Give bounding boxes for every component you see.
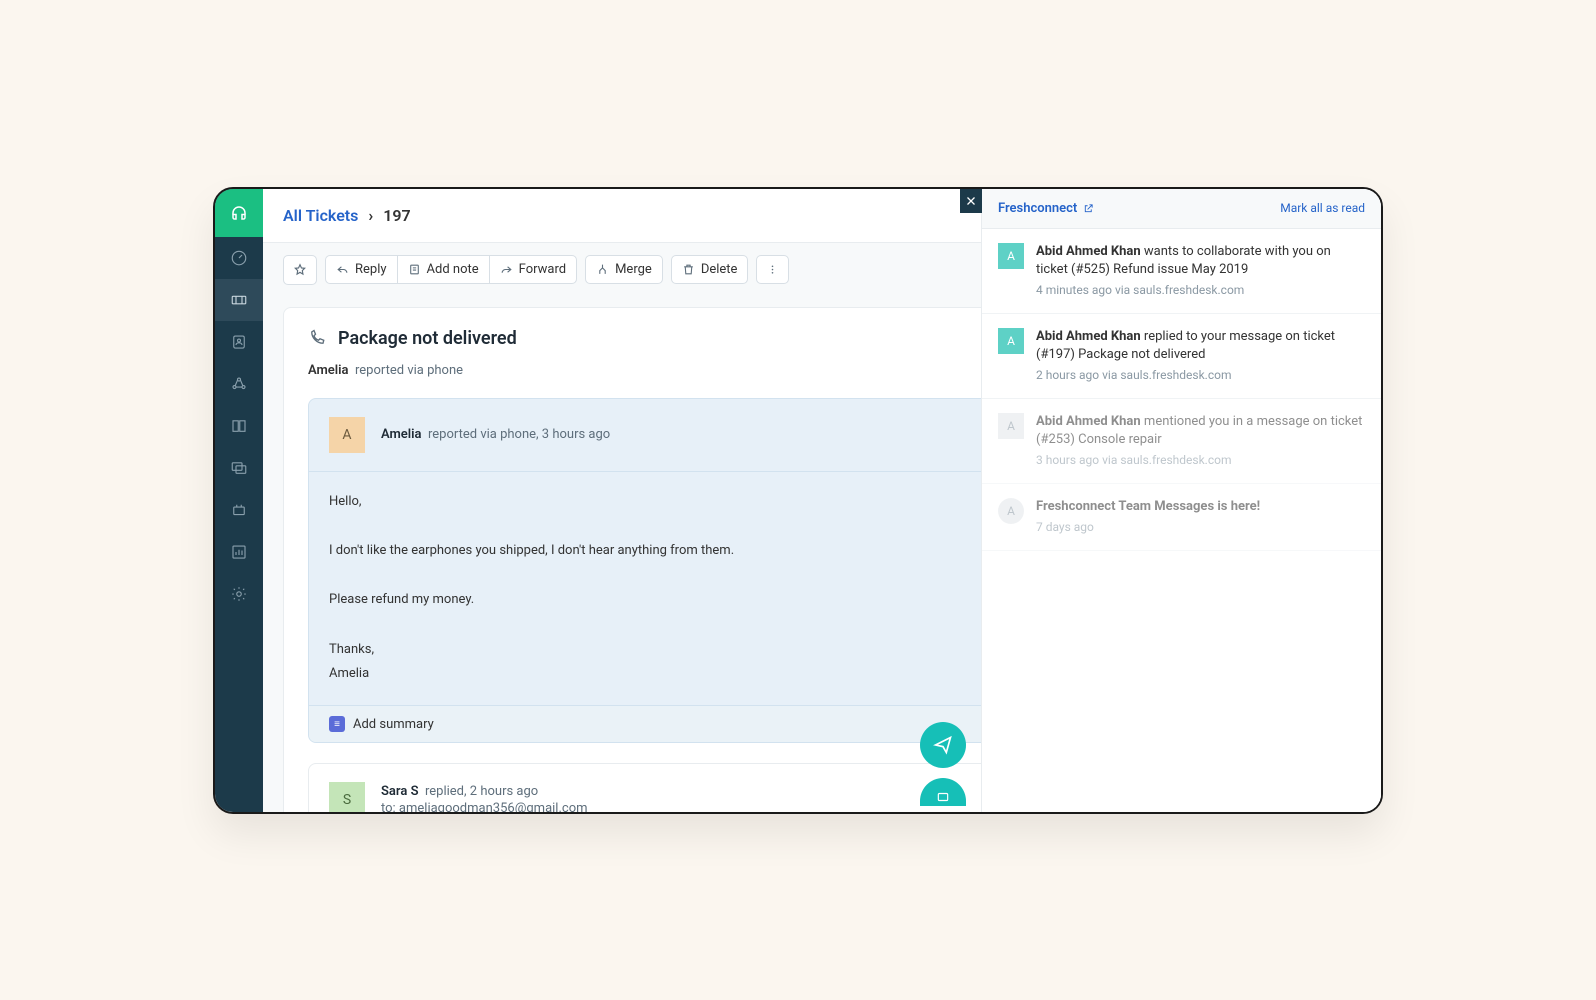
person-icon	[230, 333, 248, 351]
message-to: to: ameliagoodman356@gmail.com	[381, 801, 588, 812]
gear-icon	[230, 585, 248, 603]
book-icon	[230, 417, 248, 435]
breadcrumb-id: 197	[383, 206, 410, 225]
nav-forums[interactable]	[215, 447, 263, 489]
breadcrumb-link[interactable]: All Tickets	[283, 206, 358, 225]
message-customer: A Amelia reported via phone, 3 hours ago…	[308, 398, 1096, 744]
add-summary-button[interactable]: ≡ Add summary	[309, 705, 1095, 742]
avatar: A	[998, 413, 1024, 439]
message-header: A Amelia reported via phone, 3 hours ago	[309, 399, 1095, 472]
note-icon	[408, 263, 421, 276]
forward-icon	[500, 263, 513, 276]
ticket-title-row: Package not delivered	[308, 328, 1096, 349]
message-agent: S Sara S replied, 2 hours ago to: amelia…	[308, 763, 1096, 812]
notification-list: A Abid Ahmed Khan wants to collaborate wi…	[982, 229, 1381, 552]
merge-icon	[596, 263, 609, 276]
chevron-right-icon: ›	[368, 206, 373, 225]
add-note-button[interactable]: Add note	[397, 255, 489, 284]
star-icon	[293, 263, 307, 277]
message-header: S Sara S replied, 2 hours ago to: amelia…	[309, 764, 1095, 812]
mark-all-read-button[interactable]: Mark all as read	[1280, 201, 1365, 215]
notification-header: Freshconnect Mark all as read	[982, 189, 1381, 229]
message-from: Amelia reported via phone, 3 hours ago	[381, 427, 610, 442]
notification-text: Abid Ahmed Khan wants to collaborate wit…	[1036, 243, 1365, 299]
nav-tickets[interactable]	[215, 279, 263, 321]
nav-reports[interactable]	[215, 531, 263, 573]
merge-button[interactable]: Merge	[585, 255, 663, 284]
send-icon	[933, 735, 953, 755]
notification-item[interactable]: A Freshconnect Team Messages is here!7 da…	[982, 484, 1381, 551]
reply-button[interactable]: Reply	[325, 255, 397, 284]
more-button[interactable]	[756, 255, 789, 284]
notification-text: Freshconnect Team Messages is here!7 day…	[1036, 498, 1260, 536]
notification-text: Abid Ahmed Khan replied to your message …	[1036, 328, 1365, 384]
toolbar-group-actions: Reply Add note Forward	[325, 255, 577, 284]
nav-contacts[interactable]	[215, 321, 263, 363]
ticket-meta: Amelia reported via phone	[308, 363, 1096, 378]
summary-icon: ≡	[329, 716, 345, 732]
notification-item[interactable]: A Abid Ahmed Khan wants to collaborate wi…	[982, 229, 1381, 314]
external-link-icon	[1083, 203, 1094, 214]
notification-item[interactable]: A Abid Ahmed Khan replied to your message…	[982, 314, 1381, 399]
close-panel-button[interactable]	[960, 189, 982, 213]
fab-secondary[interactable]	[920, 778, 966, 806]
trash-icon	[682, 263, 695, 276]
headset-icon	[230, 204, 248, 222]
close-icon	[965, 195, 977, 207]
fab-stack	[920, 722, 966, 806]
avatar: A	[329, 417, 365, 453]
message-body: Hello, I don't like the earphones you sh…	[309, 472, 1095, 706]
robot-icon	[230, 501, 248, 519]
card-icon	[934, 790, 952, 804]
nodes-icon	[230, 375, 248, 393]
nav-dashboard[interactable]	[215, 237, 263, 279]
avatar: A	[998, 328, 1024, 354]
gauge-icon	[230, 249, 248, 267]
phone-icon	[308, 329, 326, 347]
star-button[interactable]	[283, 255, 317, 285]
message-from: Sara S replied, 2 hours ago	[381, 784, 588, 799]
chat-icon	[230, 459, 248, 477]
nav-settings[interactable]	[215, 573, 263, 615]
notification-item[interactable]: A Abid Ahmed Khan mentioned you in a mess…	[982, 399, 1381, 484]
delete-button[interactable]: Delete	[671, 255, 749, 284]
ticket-title: Package not delivered	[338, 328, 517, 349]
ticket-icon	[230, 291, 248, 309]
notification-text: Abid Ahmed Khan mentioned you in a messa…	[1036, 413, 1365, 469]
nav-social[interactable]	[215, 363, 263, 405]
notification-title[interactable]: Freshconnect	[998, 201, 1094, 216]
avatar: A	[998, 498, 1024, 524]
avatar: A	[998, 243, 1024, 269]
sidebar	[215, 189, 263, 812]
more-vertical-icon	[766, 263, 779, 276]
fab-send[interactable]	[920, 722, 966, 768]
logo[interactable]	[215, 189, 263, 237]
nav-solutions[interactable]	[215, 405, 263, 447]
nav-automations[interactable]	[215, 489, 263, 531]
chart-icon	[230, 543, 248, 561]
reply-icon	[336, 263, 349, 276]
avatar: S	[329, 782, 365, 812]
notification-panel: Freshconnect Mark all as read A Abid Ahme…	[981, 189, 1381, 812]
forward-button[interactable]: Forward	[489, 255, 577, 284]
app-frame: All Tickets › 197 Reply Add note Forwar	[213, 187, 1383, 814]
